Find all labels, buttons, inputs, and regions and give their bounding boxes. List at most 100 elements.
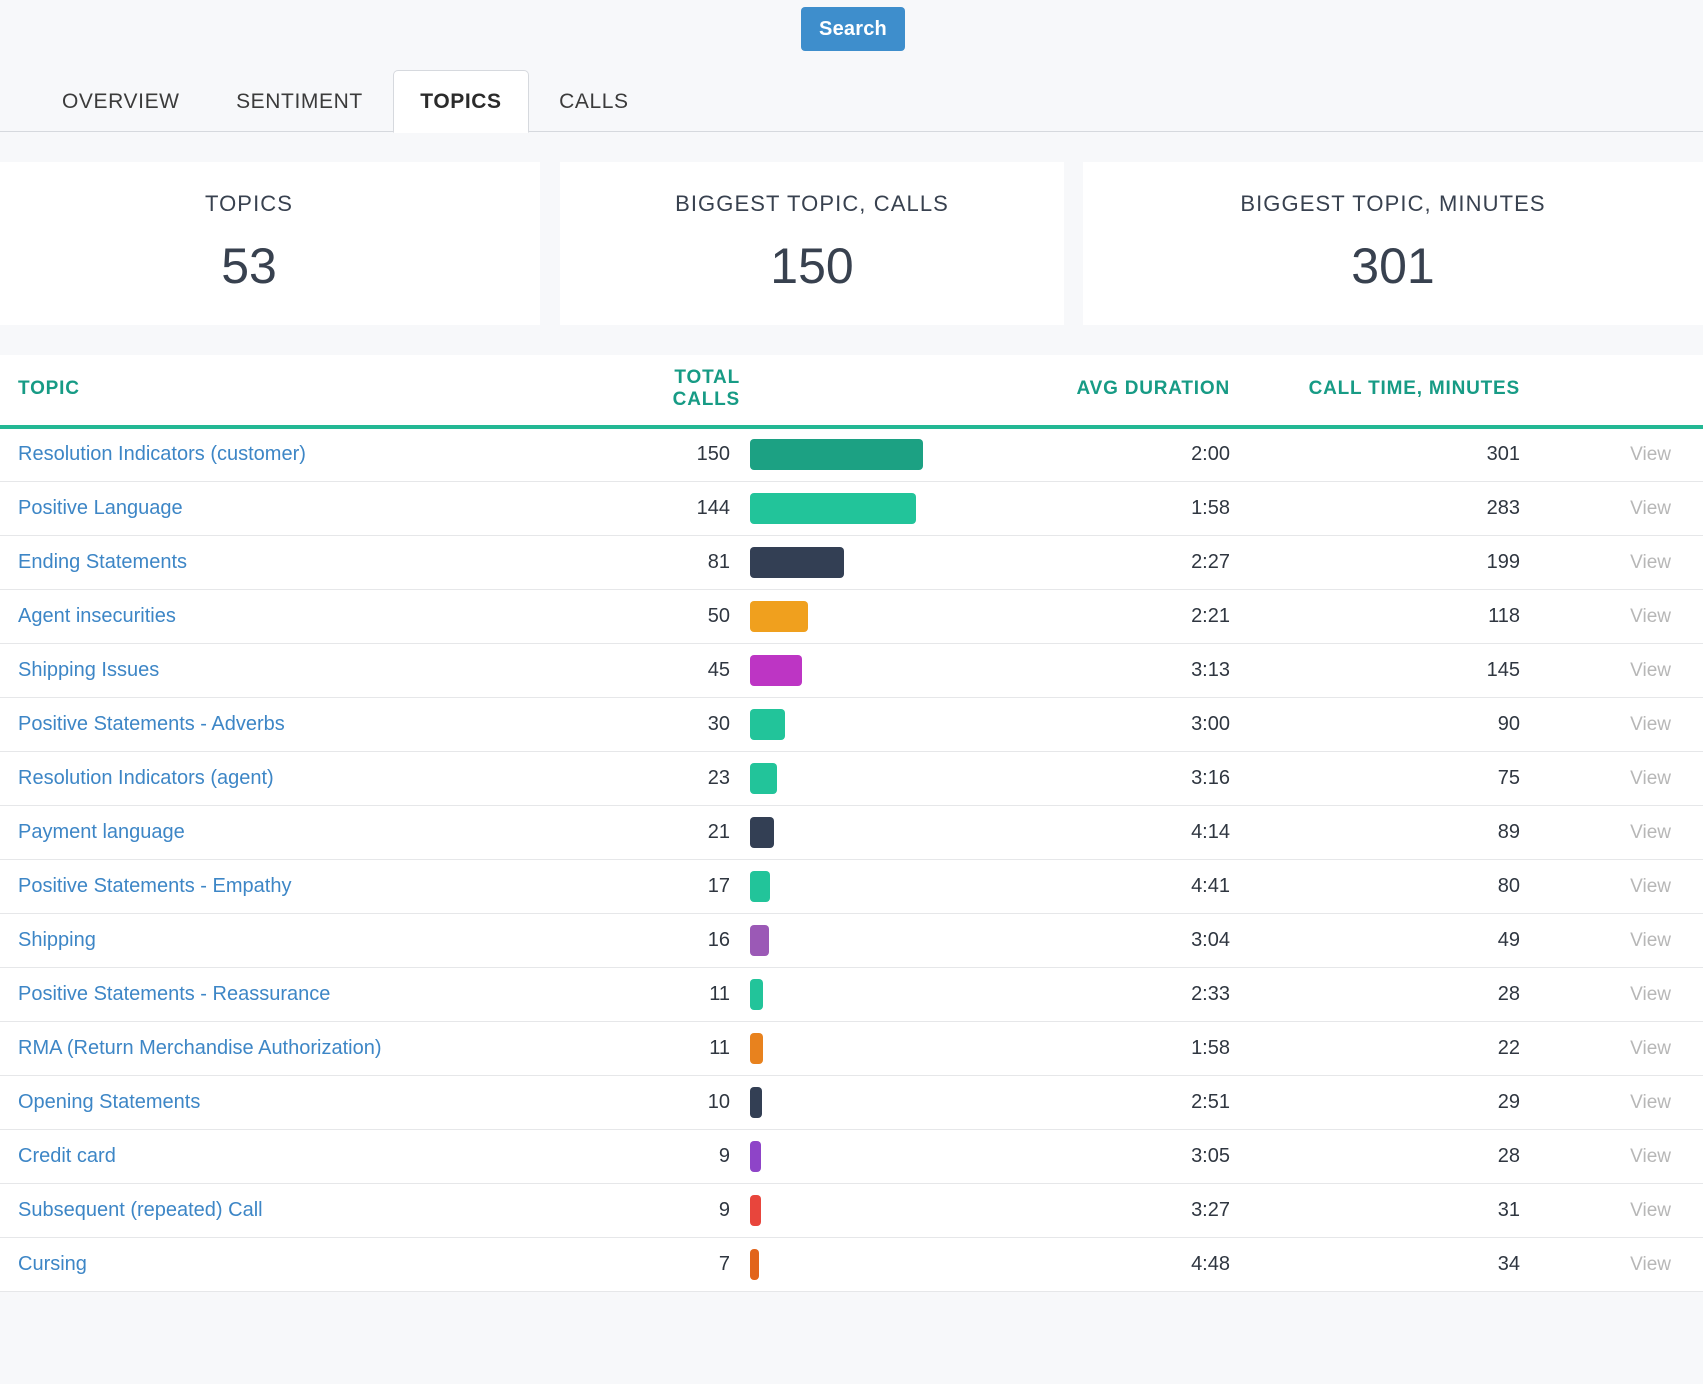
cell-call-time: 28 xyxy=(1230,967,1520,1021)
topic-link[interactable]: RMA (Return Merchandise Authorization) xyxy=(18,1037,382,1059)
cell-total-calls: 150 xyxy=(620,427,740,481)
topic-link[interactable]: Resolution Indicators (agent) xyxy=(18,767,274,789)
topic-link[interactable]: Opening Statements xyxy=(18,1091,200,1113)
cell-avg-duration: 3:27 xyxy=(970,1183,1230,1237)
tab-topics[interactable]: TOPICS xyxy=(393,70,528,133)
topic-link[interactable]: Credit card xyxy=(18,1145,116,1167)
cell-view: View xyxy=(1520,1075,1703,1129)
view-link[interactable]: View xyxy=(1630,444,1671,465)
cell-view: View xyxy=(1520,805,1703,859)
table-row: Positive Statements - Empathy174:4180Vie… xyxy=(0,859,1703,913)
view-link[interactable]: View xyxy=(1630,876,1671,897)
calls-bar xyxy=(750,655,802,686)
cell-view: View xyxy=(1520,535,1703,589)
topic-link[interactable]: Subsequent (repeated) Call xyxy=(18,1199,263,1221)
cell-topic: Subsequent (repeated) Call xyxy=(0,1183,620,1237)
cell-call-time: 118 xyxy=(1230,589,1520,643)
column-header-topic[interactable]: TOPIC xyxy=(0,355,620,427)
calls-bar xyxy=(750,925,769,956)
cell-view: View xyxy=(1520,643,1703,697)
cell-avg-duration: 1:58 xyxy=(970,481,1230,535)
cell-topic: Ending Statements xyxy=(0,535,620,589)
topic-link[interactable]: Positive Statements - Reassurance xyxy=(18,983,330,1005)
topic-link[interactable]: Shipping Issues xyxy=(18,659,159,681)
kpi-title: TOPICS xyxy=(0,192,540,216)
table-row: Cursing74:4834View xyxy=(0,1237,1703,1291)
column-header-call-time[interactable]: CALL TIME, MINUTES xyxy=(1230,355,1520,427)
table-header-row: TOPIC TOTAL CALLS AVG DURATION CALL TIME… xyxy=(0,355,1703,427)
view-link[interactable]: View xyxy=(1630,1254,1671,1275)
calls-bar xyxy=(750,1141,761,1172)
view-link[interactable]: View xyxy=(1630,1092,1671,1113)
top-bar: Search xyxy=(0,0,1703,70)
cell-call-time: 89 xyxy=(1230,805,1520,859)
cell-topic: Shipping xyxy=(0,913,620,967)
calls-bar xyxy=(750,763,777,794)
cell-total-calls: 144 xyxy=(620,481,740,535)
kpi-card-topics: TOPICS 53 xyxy=(0,162,540,325)
calls-bar xyxy=(750,979,763,1010)
cell-bar xyxy=(740,1075,970,1129)
table-row: Opening Statements102:5129View xyxy=(0,1075,1703,1129)
cell-view: View xyxy=(1520,427,1703,481)
kpi-value: 53 xyxy=(0,238,540,294)
kpi-card-biggest-topic-calls: BIGGEST TOPIC, CALLS 150 xyxy=(560,162,1064,325)
column-header-avg-duration[interactable]: AVG DURATION xyxy=(970,355,1230,427)
view-link[interactable]: View xyxy=(1630,606,1671,627)
topic-link[interactable]: Positive Statements - Empathy xyxy=(18,875,291,897)
cell-view: View xyxy=(1520,1129,1703,1183)
topic-link[interactable]: Agent insecurities xyxy=(18,605,176,627)
kpi-title: BIGGEST TOPIC, MINUTES xyxy=(1083,192,1703,216)
cell-bar xyxy=(740,643,970,697)
cell-call-time: 31 xyxy=(1230,1183,1520,1237)
topic-link[interactable]: Ending Statements xyxy=(18,551,187,573)
cell-topic: Agent insecurities xyxy=(0,589,620,643)
table-row: Payment language214:1489View xyxy=(0,805,1703,859)
cell-bar xyxy=(740,481,970,535)
view-link[interactable]: View xyxy=(1630,1200,1671,1221)
cell-call-time: 283 xyxy=(1230,481,1520,535)
topic-link[interactable]: Resolution Indicators (customer) xyxy=(18,443,306,465)
view-link[interactable]: View xyxy=(1630,930,1671,951)
cell-call-time: 80 xyxy=(1230,859,1520,913)
view-link[interactable]: View xyxy=(1630,660,1671,681)
cell-view: View xyxy=(1520,589,1703,643)
cell-view: View xyxy=(1520,1237,1703,1291)
calls-bar xyxy=(750,871,770,902)
table-header: TOPIC TOTAL CALLS AVG DURATION CALL TIME… xyxy=(0,355,1703,427)
calls-bar xyxy=(750,1033,763,1064)
topic-link[interactable]: Positive Statements - Adverbs xyxy=(18,713,285,735)
view-link[interactable]: View xyxy=(1630,822,1671,843)
cell-call-time: 90 xyxy=(1230,697,1520,751)
tab-sentiment[interactable]: SENTIMENT xyxy=(210,71,389,133)
table-row: Resolution Indicators (customer)1502:003… xyxy=(0,427,1703,481)
view-link[interactable]: View xyxy=(1630,768,1671,789)
view-link[interactable]: View xyxy=(1630,552,1671,573)
topic-link[interactable]: Cursing xyxy=(18,1253,87,1275)
topic-link[interactable]: Positive Language xyxy=(18,497,183,519)
cell-avg-duration: 2:27 xyxy=(970,535,1230,589)
tab-calls[interactable]: CALLS xyxy=(533,71,655,133)
view-link[interactable]: View xyxy=(1630,714,1671,735)
cell-topic: Resolution Indicators (customer) xyxy=(0,427,620,481)
calls-bar xyxy=(750,493,916,524)
cell-total-calls: 11 xyxy=(620,1021,740,1075)
cell-topic: Resolution Indicators (agent) xyxy=(0,751,620,805)
calls-bar xyxy=(750,1087,762,1118)
column-header-total-calls[interactable]: TOTAL CALLS xyxy=(620,355,740,427)
cell-avg-duration: 4:14 xyxy=(970,805,1230,859)
table-row: Shipping Issues453:13145View xyxy=(0,643,1703,697)
topic-link[interactable]: Payment language xyxy=(18,821,185,843)
tab-overview[interactable]: OVERVIEW xyxy=(36,71,206,133)
search-button[interactable]: Search xyxy=(801,7,905,51)
cell-topic: Opening Statements xyxy=(0,1075,620,1129)
view-link[interactable]: View xyxy=(1630,498,1671,519)
cell-topic: Payment language xyxy=(0,805,620,859)
view-link[interactable]: View xyxy=(1630,1146,1671,1167)
cell-call-time: 28 xyxy=(1230,1129,1520,1183)
cell-call-time: 145 xyxy=(1230,643,1520,697)
view-link[interactable]: View xyxy=(1630,1038,1671,1059)
topic-link[interactable]: Shipping xyxy=(18,929,96,951)
view-link[interactable]: View xyxy=(1630,984,1671,1005)
kpi-card-row: TOPICS 53 BIGGEST TOPIC, CALLS 150 BIGGE… xyxy=(0,162,1703,325)
